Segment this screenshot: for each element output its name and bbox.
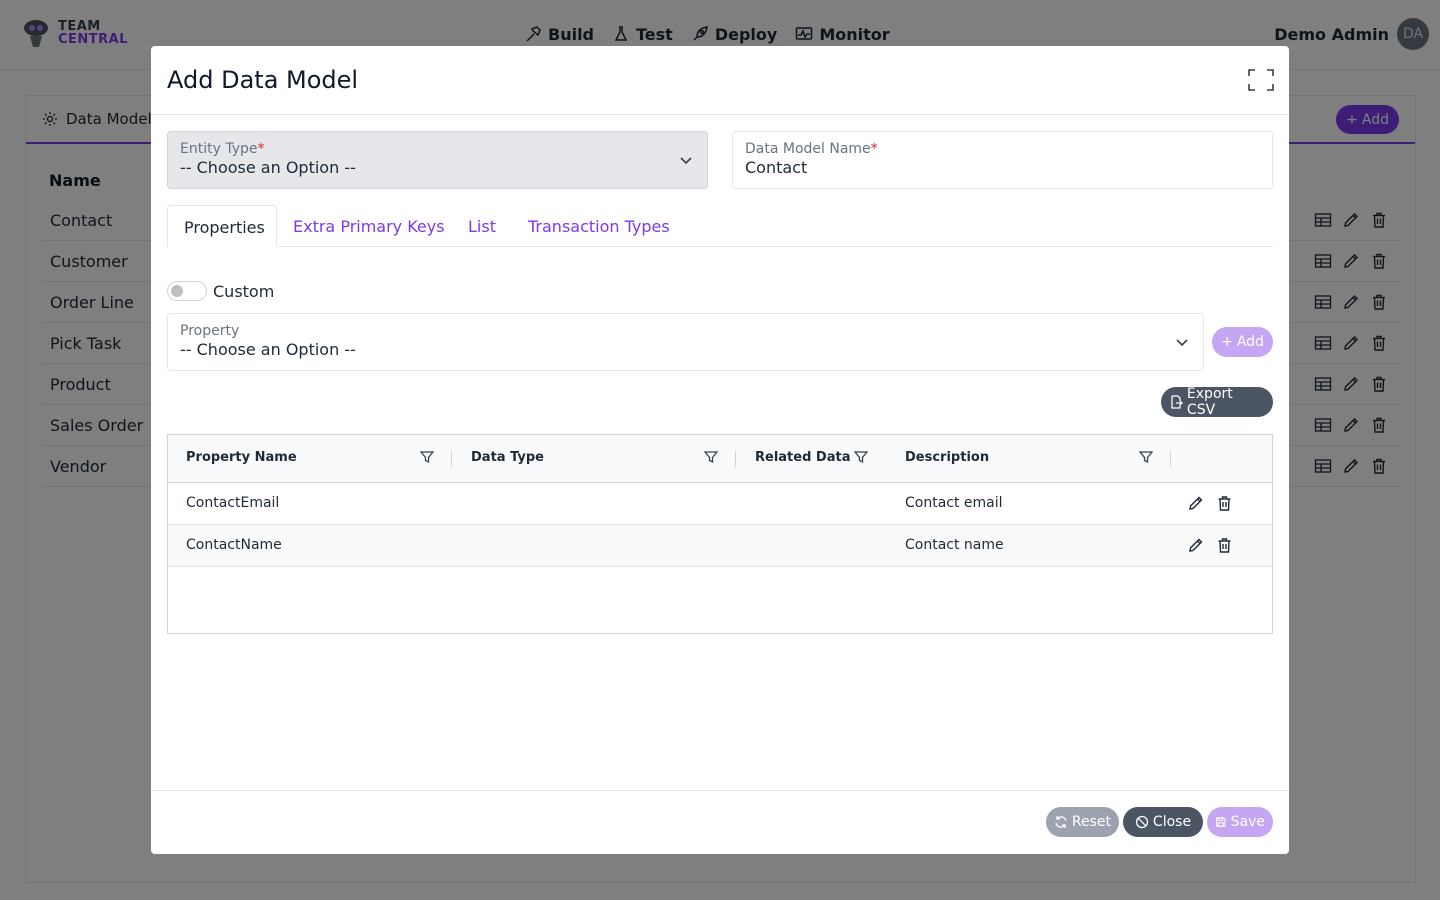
trash-icon[interactable] bbox=[1216, 537, 1233, 554]
dialog-header: Add Data Model bbox=[151, 46, 1289, 115]
column-separator[interactable] bbox=[1170, 451, 1171, 467]
required-marker: * bbox=[257, 141, 265, 157]
dialog-title: Add Data Model bbox=[167, 66, 359, 94]
custom-toggle[interactable] bbox=[167, 281, 207, 301]
entity-type-select[interactable]: Entity Type* -- Choose an Option -- bbox=[167, 131, 708, 189]
tab-extra-primary-keys[interactable]: Extra Primary Keys bbox=[277, 205, 461, 247]
add-data-model-dialog: Add Data Model Entity Type* -- Choose an… bbox=[151, 46, 1289, 854]
plus-icon: + bbox=[1221, 334, 1233, 350]
chevron-down-icon bbox=[680, 157, 692, 165]
add-property-label: Add bbox=[1236, 334, 1264, 350]
dialog-tabs: Properties Extra Primary Keys List Trans… bbox=[167, 205, 1273, 247]
export-csv-button[interactable]: Export CSV bbox=[1161, 386, 1273, 418]
floppy-disk-icon bbox=[1216, 817, 1226, 827]
column-separator[interactable] bbox=[451, 451, 452, 467]
entity-type-label: Entity Type* bbox=[180, 141, 695, 157]
file-export-icon bbox=[1171, 395, 1183, 409]
data-model-name-label: Data Model Name* bbox=[745, 141, 1260, 157]
save-label: Save bbox=[1230, 814, 1265, 830]
custom-toggle-label: Custom bbox=[213, 281, 275, 301]
cell-description: Contact email bbox=[905, 495, 1003, 511]
required-marker: * bbox=[870, 141, 878, 157]
property-label: Property bbox=[180, 323, 240, 339]
export-csv-label: Export CSV bbox=[1186, 386, 1233, 418]
table-row[interactable]: ContactName Contact name bbox=[168, 525, 1272, 567]
grid-header: Property Name Data Type Related Data Des… bbox=[168, 435, 1272, 483]
tab-transaction-types[interactable]: Transaction Types bbox=[512, 205, 686, 247]
filter-icon[interactable] bbox=[1139, 450, 1153, 464]
table-row[interactable]: ContactEmail Contact email bbox=[168, 483, 1272, 525]
pencil-icon[interactable] bbox=[1187, 495, 1204, 512]
property-select[interactable]: Property -- Choose an Option -- bbox=[167, 313, 1204, 371]
trash-icon[interactable] bbox=[1216, 495, 1233, 512]
property-value: -- Choose an Option -- bbox=[180, 340, 356, 359]
tab-list[interactable]: List bbox=[452, 205, 512, 247]
data-model-name-label-text: Data Model Name bbox=[745, 141, 871, 157]
data-model-name-field[interactable]: Data Model Name* Contact bbox=[732, 131, 1273, 189]
refresh-icon bbox=[1055, 816, 1067, 828]
row-actions bbox=[1187, 537, 1233, 554]
filter-icon[interactable] bbox=[704, 450, 718, 464]
chevron-down-icon bbox=[1176, 339, 1188, 347]
col-header-property-name[interactable]: Property Name bbox=[186, 450, 297, 465]
ban-icon bbox=[1135, 815, 1149, 829]
pencil-icon[interactable] bbox=[1187, 537, 1204, 554]
filter-icon[interactable] bbox=[854, 450, 868, 464]
column-separator[interactable] bbox=[735, 451, 736, 467]
cell-description: Contact name bbox=[905, 537, 1004, 553]
entity-type-label-text: Entity Type bbox=[180, 141, 258, 157]
cell-property-name: ContactName bbox=[186, 537, 282, 553]
entity-type-value: -- Choose an Option -- bbox=[180, 158, 356, 177]
custom-toggle-group: Custom bbox=[167, 281, 274, 301]
col-header-description[interactable]: Description bbox=[905, 450, 989, 465]
close-button[interactable]: Close bbox=[1123, 807, 1203, 837]
close-label: Close bbox=[1152, 814, 1192, 830]
toggle-knob bbox=[171, 285, 183, 297]
reset-button[interactable]: Reset bbox=[1046, 807, 1119, 837]
maximize-icon[interactable] bbox=[1248, 69, 1274, 91]
reset-label: Reset bbox=[1071, 814, 1111, 830]
col-header-related-data[interactable]: Related Data bbox=[755, 450, 850, 465]
data-model-name-value[interactable]: Contact bbox=[745, 158, 1260, 177]
save-button[interactable]: Save bbox=[1207, 807, 1273, 837]
add-property-button[interactable]: + Add bbox=[1212, 327, 1273, 357]
cell-property-name: ContactEmail bbox=[186, 495, 280, 511]
tab-properties[interactable]: Properties bbox=[167, 205, 277, 247]
filter-icon[interactable] bbox=[420, 450, 434, 464]
dialog-footer-divider bbox=[151, 790, 1289, 791]
col-header-data-type[interactable]: Data Type bbox=[471, 450, 544, 465]
properties-grid: Property Name Data Type Related Data Des… bbox=[167, 434, 1273, 634]
row-actions bbox=[1187, 495, 1233, 512]
